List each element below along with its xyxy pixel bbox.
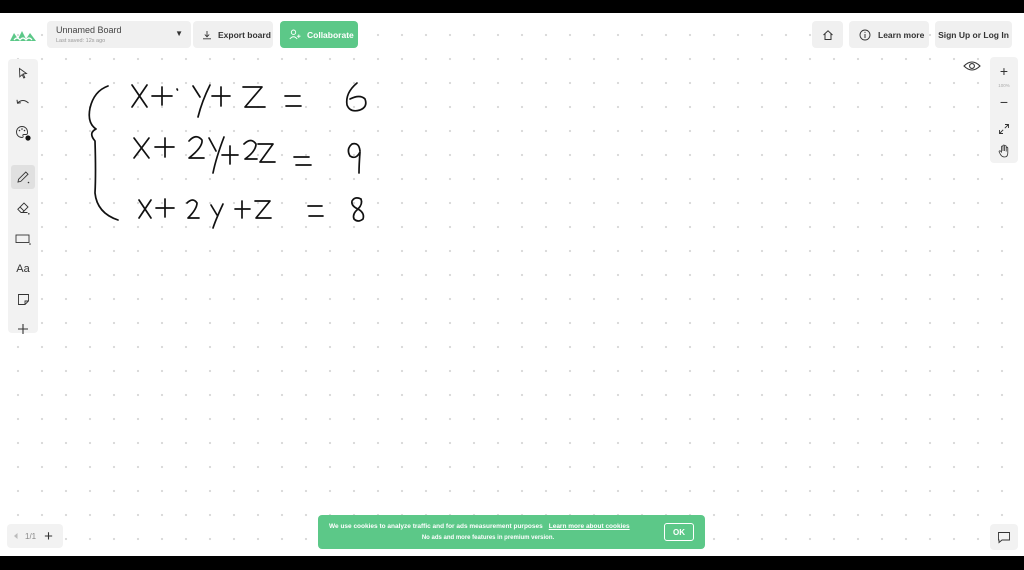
eq3-plus1 bbox=[155, 198, 175, 218]
cookie-learn-more-link[interactable]: Learn more about cookies bbox=[549, 523, 630, 530]
cookie-ok-button[interactable]: OK bbox=[664, 523, 694, 541]
eq1-6 bbox=[345, 82, 367, 112]
eq3-equals bbox=[307, 205, 324, 217]
cookie-banner: We use cookies to analyze traffic and fo… bbox=[318, 515, 705, 549]
eq2-2b bbox=[243, 139, 258, 160]
eq3-2 bbox=[186, 199, 200, 219]
eq1-equals bbox=[284, 95, 302, 107]
curly-brace bbox=[88, 85, 119, 221]
chat-button[interactable] bbox=[990, 524, 1018, 550]
eq3-plus2 bbox=[234, 200, 251, 219]
eq3-8 bbox=[351, 197, 365, 222]
eq3-x bbox=[138, 199, 152, 219]
eq1-plus2 bbox=[211, 86, 231, 107]
prev-page-icon[interactable] bbox=[11, 531, 21, 541]
whiteboard-canvas[interactable]: Unnamed Board Last saved: 12s ago ▼ Expo… bbox=[0, 13, 1024, 556]
add-page-button[interactable]: + bbox=[44, 528, 53, 545]
eq2-plus2 bbox=[221, 145, 239, 165]
eq2-9 bbox=[347, 142, 361, 174]
cookie-sub-message: No ads and more features in premium vers… bbox=[421, 535, 555, 541]
eq3-z bbox=[254, 200, 272, 219]
cookie-message: We use cookies to analyze traffic and fo… bbox=[329, 523, 543, 530]
cookie-message-line: We use cookies to analyze traffic and fo… bbox=[329, 523, 630, 530]
eq1-dot bbox=[176, 88, 179, 91]
eq3-y bbox=[210, 203, 224, 229]
eq2-plus1 bbox=[154, 137, 175, 158]
eq1-y bbox=[192, 84, 211, 118]
page-navigator: 1/1 + bbox=[7, 524, 63, 548]
eq1-plus1 bbox=[151, 86, 173, 106]
handwritten-equations bbox=[88, 82, 367, 229]
page-count: 1/1 bbox=[25, 531, 37, 541]
eq2-equals bbox=[293, 156, 312, 166]
eq2-x bbox=[133, 137, 150, 159]
chat-icon bbox=[998, 531, 1010, 543]
eq1-z bbox=[242, 86, 266, 108]
eq2-z bbox=[257, 143, 276, 163]
eq1-x bbox=[131, 84, 148, 108]
eq2-2a bbox=[188, 135, 205, 159]
